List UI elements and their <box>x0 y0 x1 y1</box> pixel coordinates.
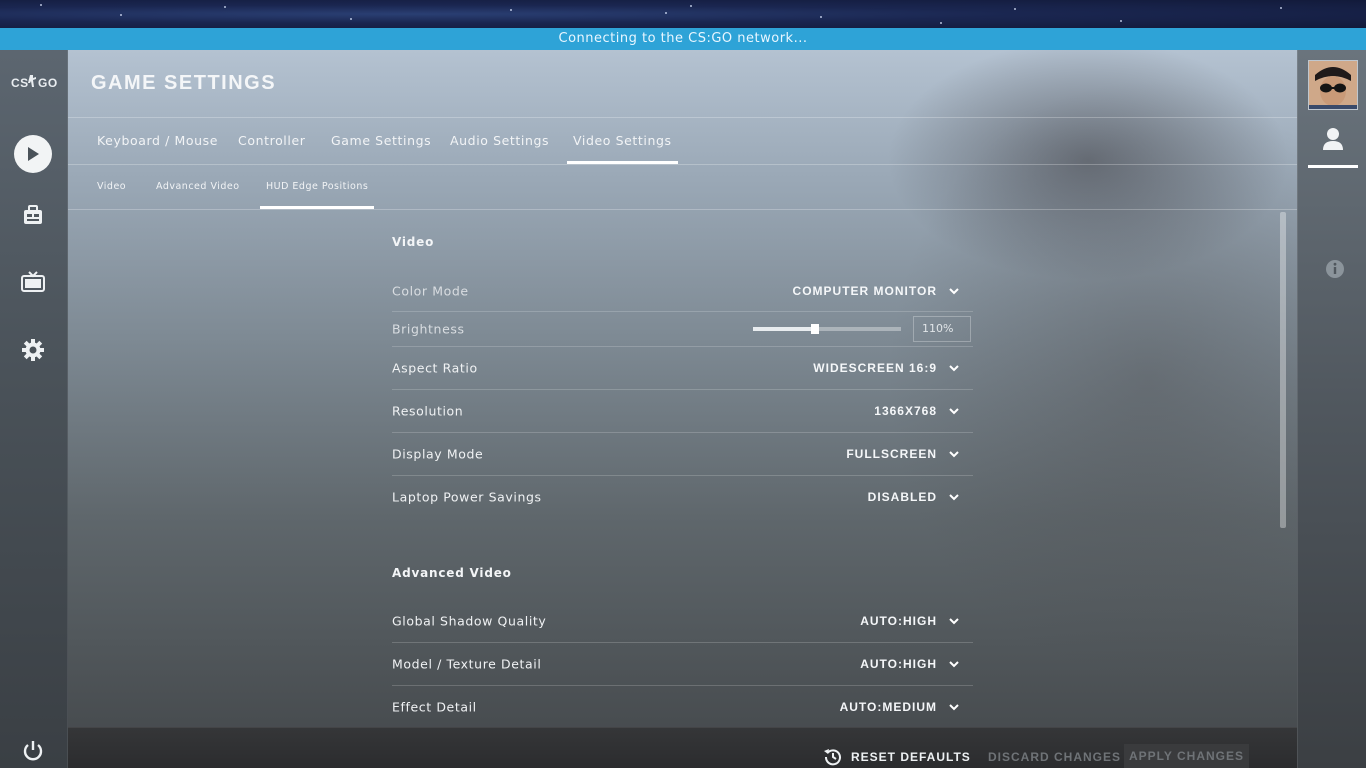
tab-game-settings[interactable]: Game Settings <box>331 118 431 164</box>
settings-action-bar: RESET DEFAULTS DISCARD CHANGES APPLY CHA… <box>68 727 1297 768</box>
color-mode-dropdown[interactable]: COMPUTER MONITOR <box>793 284 959 298</box>
chevron-down-icon <box>949 704 959 711</box>
csgo-logo-icon: CS GO <box>11 75 57 90</box>
inventory-icon <box>24 205 42 224</box>
watch-tv-icon <box>21 271 45 292</box>
chevron-down-icon <box>949 661 959 668</box>
discard-changes-button[interactable]: DISCARD CHANGES <box>988 745 1121 768</box>
display-mode-dropdown[interactable]: FULLSCREEN <box>846 447 959 461</box>
laptop-power-savings-dropdown[interactable]: DISABLED <box>868 490 959 504</box>
dropdown-value: COMPUTER MONITOR <box>792 283 937 298</box>
info-icon <box>1326 260 1344 278</box>
info-button[interactable] <box>1325 259 1345 283</box>
video-subtabs: Video Advanced Video HUD Edge Positions <box>68 164 1297 210</box>
setting-row-brightness: Brightness 110% <box>392 312 973 347</box>
setting-row-global-shadow-quality: Global Shadow Quality AUTO:HIGH <box>392 600 973 643</box>
tab-controller[interactable]: Controller <box>238 118 306 164</box>
player-avatar[interactable] <box>1308 60 1358 110</box>
power-icon <box>23 741 43 761</box>
left-sidebar: CS GO <box>0 50 68 768</box>
svg-text:CS: CS <box>11 76 29 90</box>
aspect-ratio-dropdown[interactable]: WIDESCREEN 16:9 <box>813 361 959 375</box>
dropdown-value: AUTO:MEDIUM <box>839 700 937 714</box>
setting-row-laptop-power-savings: Laptop Power Savings DISABLED <box>392 476 973 518</box>
tab-video-settings[interactable]: Video Settings <box>567 118 678 164</box>
model-texture-detail-dropdown[interactable]: AUTO:HIGH <box>860 657 959 671</box>
starfield-header <box>0 0 1366 28</box>
setting-label: Color Mode <box>392 283 469 298</box>
setting-label: Brightness <box>392 321 465 337</box>
chevron-down-icon <box>949 287 959 294</box>
chevron-down-icon <box>949 365 959 372</box>
setting-label: Aspect Ratio <box>392 360 478 376</box>
watch-button[interactable] <box>14 263 52 301</box>
dropdown-value: DISABLED <box>867 490 937 504</box>
setting-label: Effect Detail <box>392 699 477 715</box>
setting-row-resolution: Resolution 1366X768 <box>392 390 973 433</box>
subtab-advanced-video[interactable]: Advanced Video <box>156 164 240 209</box>
setting-label: Laptop Power Savings <box>392 489 542 505</box>
play-button[interactable] <box>14 135 52 173</box>
network-status-bar: Connecting to the CS:GO network... <box>0 28 1366 50</box>
chevron-down-icon <box>949 408 959 415</box>
tab-keyboard-mouse[interactable]: Keyboard / Mouse <box>97 118 218 164</box>
subtab-hud-edge-positions[interactable]: HUD Edge Positions <box>259 164 375 209</box>
settings-panel: GAME SETTINGS Keyboard / Mouse Controlle… <box>68 50 1297 768</box>
right-sidebar <box>1297 50 1366 768</box>
chevron-down-icon <box>949 618 959 625</box>
slider-fill <box>753 327 816 331</box>
apply-changes-button[interactable]: APPLY CHANGES <box>1124 744 1249 768</box>
setting-label: Global Shadow Quality <box>392 613 547 629</box>
chevron-down-icon <box>949 451 959 458</box>
user-icon <box>1323 128 1343 150</box>
settings-button[interactable] <box>14 331 52 369</box>
setting-label: Display Mode <box>392 446 484 462</box>
power-button[interactable] <box>14 740 52 768</box>
effect-detail-dropdown[interactable]: AUTO:MEDIUM <box>840 700 959 714</box>
dropdown-value: 1366X768 <box>874 404 937 418</box>
slider-handle[interactable] <box>811 324 820 334</box>
history-reset-icon <box>824 749 841 766</box>
brightness-value-field[interactable]: 110% <box>913 316 971 342</box>
settings-tabs: Keyboard / Mouse Controller Game Setting… <box>68 117 1297 165</box>
avatar-portrait-icon <box>1309 61 1357 109</box>
dropdown-value: AUTO:HIGH <box>860 614 937 628</box>
setting-row-effect-detail: Effect Detail AUTO:MEDIUM <box>392 686 973 728</box>
tab-audio-settings[interactable]: Audio Settings <box>450 118 549 164</box>
resolution-dropdown[interactable]: 1366X768 <box>874 404 959 418</box>
settings-scrollbar[interactable] <box>1280 212 1286 528</box>
dropdown-value: WIDESCREEN 16:9 <box>813 361 937 375</box>
subtab-video[interactable]: Video <box>97 164 126 209</box>
csgo-logo[interactable]: CS GO <box>0 72 67 95</box>
dropdown-value: AUTO:HIGH <box>860 657 937 671</box>
setting-label: Resolution <box>392 403 464 419</box>
chevron-down-icon <box>949 494 959 501</box>
dropdown-value: FULLSCREEN <box>846 447 937 461</box>
settings-gear-icon <box>22 339 44 361</box>
global-shadow-quality-dropdown[interactable]: AUTO:HIGH <box>860 614 959 628</box>
section-title-advanced-video: Advanced Video <box>392 566 512 580</box>
setting-row-color-mode: Color Mode COMPUTER MONITOR <box>392 270 973 312</box>
setting-row-aspect-ratio: Aspect Ratio WIDESCREEN 16:9 <box>392 347 973 390</box>
reset-defaults-button[interactable]: RESET DEFAULTS <box>823 745 971 768</box>
play-icon <box>14 135 52 173</box>
reset-defaults-label: RESET DEFAULTS <box>851 750 971 764</box>
brightness-slider[interactable] <box>753 324 901 334</box>
friends-tab[interactable] <box>1308 126 1358 168</box>
page-title: GAME SETTINGS <box>91 72 277 94</box>
setting-row-display-mode: Display Mode FULLSCREEN <box>392 433 973 476</box>
inventory-button[interactable] <box>14 196 52 234</box>
setting-row-model-texture-detail: Model / Texture Detail AUTO:HIGH <box>392 643 973 686</box>
section-title-video: Video <box>392 235 435 249</box>
setting-label: Model / Texture Detail <box>392 656 542 672</box>
svg-text:GO: GO <box>38 76 57 90</box>
